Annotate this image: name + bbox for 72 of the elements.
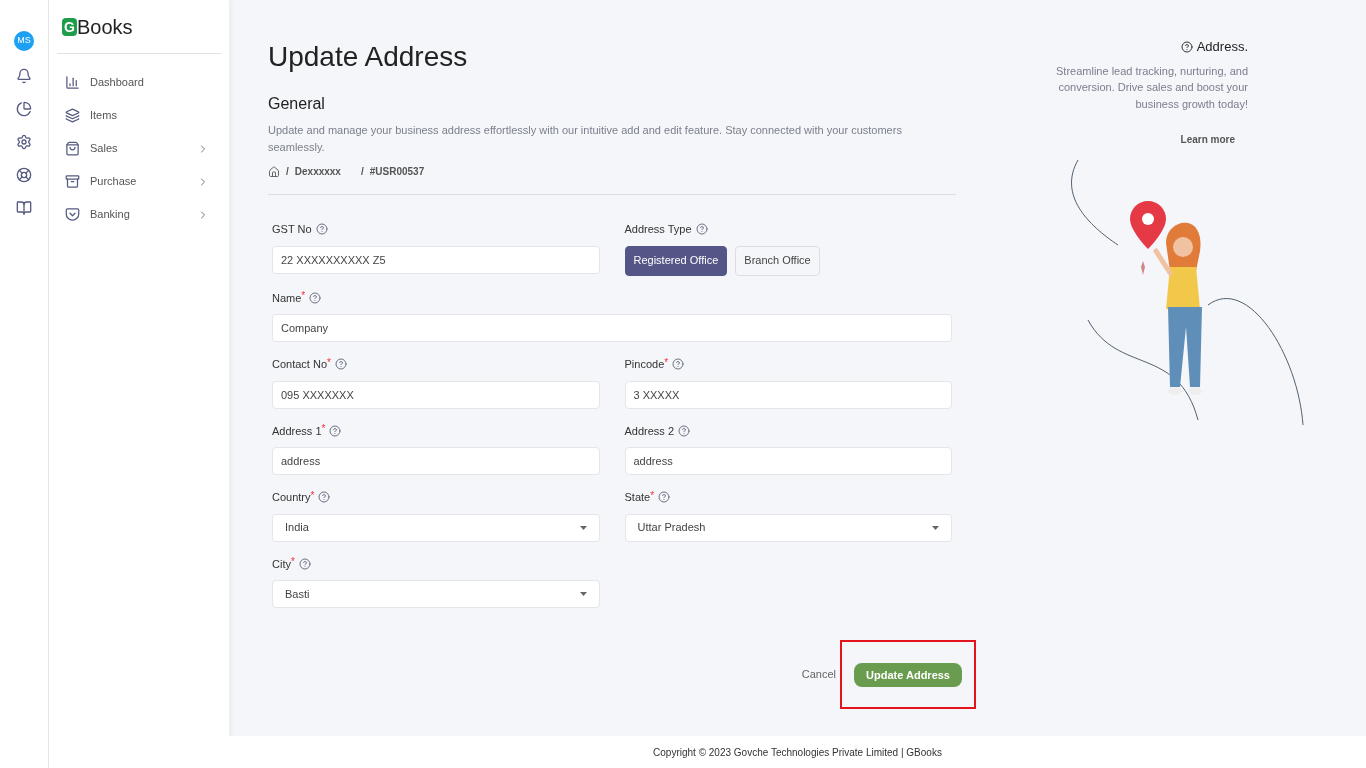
input-field[interactable]: 3 XXXXX xyxy=(624,380,952,409)
dropdown-caret-icon xyxy=(579,525,587,530)
learn-more-link[interactable]: Learn more xyxy=(1180,132,1235,147)
bag-icon xyxy=(65,141,80,156)
address-type-option[interactable]: Branch Office xyxy=(735,245,820,276)
required-mark: * xyxy=(290,555,295,568)
notification-bell-icon[interactable] xyxy=(16,68,32,84)
breadcrumb-link[interactable]: Dexxxxxx xyxy=(294,164,355,179)
help-icon xyxy=(658,491,671,504)
footer-copyright: Copyright © 2023 Govche Technologies Private Limited | GBooks xyxy=(653,745,942,760)
field-label: Name xyxy=(272,290,302,306)
required-mark: * xyxy=(650,488,655,503)
breadcrumb-separator: / xyxy=(286,165,289,179)
info-title: Address. xyxy=(1196,38,1248,56)
required-mark: * xyxy=(321,422,326,437)
help-icon xyxy=(1180,40,1193,53)
dropdown-caret-icon xyxy=(932,525,939,530)
field-label: State xyxy=(624,490,651,505)
help-icon xyxy=(678,424,691,437)
field-label: Address 1 xyxy=(272,423,322,439)
pie-chart-icon[interactable] xyxy=(16,101,32,117)
required-mark: * xyxy=(301,289,306,304)
page-description: Update and manage your business address effortlessly with our intuitive add and edit feature. Stay connected with your customers seamlessly. xyxy=(268,123,903,155)
logo-mark: G xyxy=(62,18,77,36)
help-icon xyxy=(318,491,331,504)
breadcrumb-link[interactable]: #USR00537 xyxy=(369,164,425,179)
field-label: Country xyxy=(272,490,311,505)
help-icon xyxy=(329,424,342,437)
field-label: Contact No xyxy=(272,357,328,372)
help-icon xyxy=(695,223,708,236)
input-field[interactable]: 095 XXXXXXX xyxy=(272,380,600,409)
cancel-button[interactable]: Cancel xyxy=(801,666,837,683)
sidebar-item[interactable]: Sales xyxy=(57,132,221,165)
help-icon xyxy=(315,223,328,236)
help-icon xyxy=(298,557,311,570)
field-label: Address Type xyxy=(624,222,692,237)
pocket-icon xyxy=(65,207,80,222)
archive-box-icon xyxy=(65,174,80,189)
page-title: Update Address xyxy=(268,40,469,74)
field-label: GST No xyxy=(272,222,312,237)
lifebuoy-icon[interactable] xyxy=(16,167,32,183)
help-icon xyxy=(672,358,685,371)
home-icon[interactable] xyxy=(268,165,280,178)
settings-icon[interactable] xyxy=(16,134,32,150)
address-type-option[interactable]: Registered Office xyxy=(624,245,728,276)
field-label: Pincode xyxy=(624,357,665,372)
required-mark: * xyxy=(327,355,331,370)
logo-text: Books xyxy=(77,15,133,40)
select-field[interactable]: Basti xyxy=(272,580,600,608)
layers-icon xyxy=(65,108,80,123)
input-field[interactable]: Company xyxy=(272,314,952,342)
help-icon xyxy=(334,358,347,371)
input-field[interactable]: 22 XXXXXXXXXX Z5 xyxy=(272,245,600,274)
select-field[interactable]: India xyxy=(272,513,600,542)
required-mark: * xyxy=(310,488,315,501)
field-label: City xyxy=(272,556,291,572)
required-mark: * xyxy=(664,355,669,370)
sidebar-item[interactable]: Dashboard xyxy=(57,66,221,99)
sidebar-item[interactable]: Purchase xyxy=(57,165,221,198)
book-icon[interactable] xyxy=(16,200,32,216)
info-text: Streamline lead tracking, nurturing, and conversion. Drive sales and boost your business growth today! xyxy=(1055,63,1248,112)
breadcrumb-separator: / xyxy=(360,165,364,179)
sidebar-item[interactable]: Items xyxy=(57,99,221,132)
bar-chart-icon xyxy=(65,75,80,90)
input-field[interactable]: address xyxy=(272,447,600,475)
dropdown-caret-icon xyxy=(579,592,587,596)
section-title: General xyxy=(268,94,326,114)
field-label: Address 2 xyxy=(624,423,675,439)
select-field[interactable]: Uttar Pradesh xyxy=(624,513,952,542)
help-icon xyxy=(309,291,322,304)
input-field[interactable]: address xyxy=(624,447,952,475)
sidebar-item[interactable]: Banking xyxy=(57,198,221,231)
